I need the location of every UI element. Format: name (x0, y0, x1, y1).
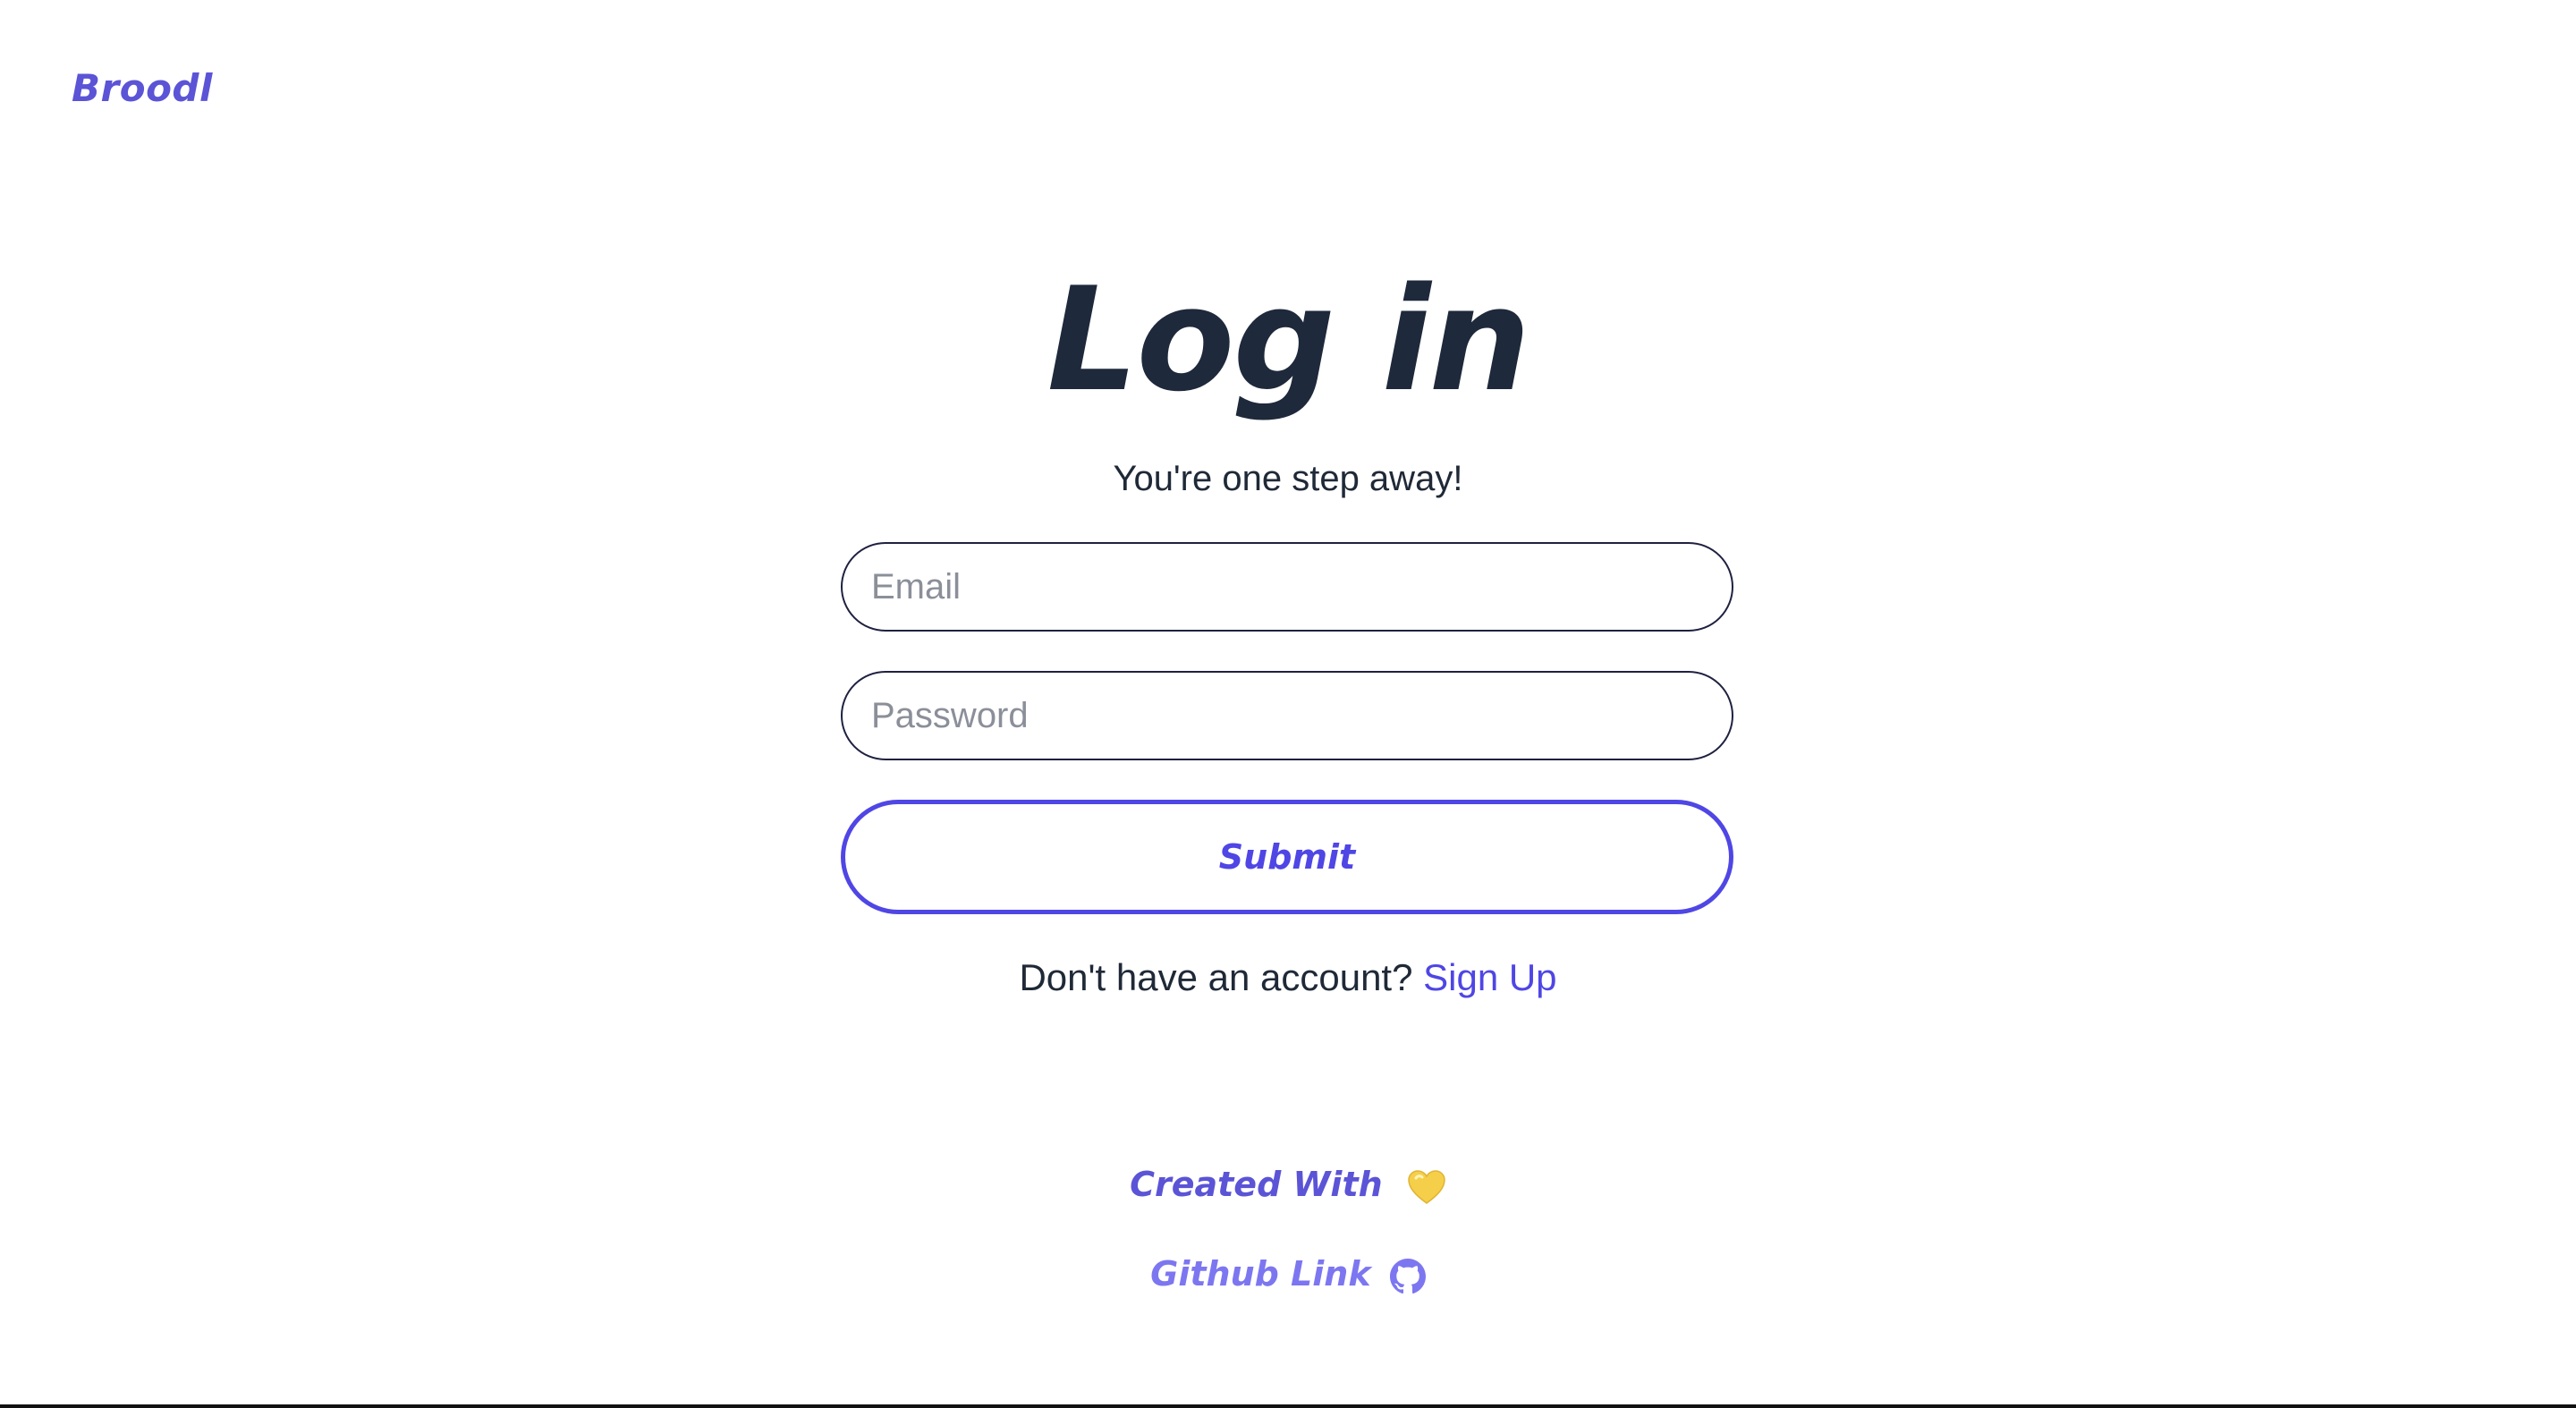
email-field[interactable] (841, 542, 1733, 632)
github-link[interactable]: Github Link (1150, 1254, 1426, 1293)
signup-prompt: Don't have an account? (1019, 956, 1413, 998)
signup-row: Don't have an account? Sign Up (0, 954, 2576, 1002)
bottom-divider (0, 1404, 2576, 1408)
page-subtitle: You're one step away! (1113, 459, 1463, 498)
yellow-heart-icon (1408, 1169, 1445, 1204)
submit-button[interactable]: Submit (841, 800, 1733, 914)
signup-link[interactable]: Sign Up (1423, 956, 1556, 998)
brand-logo[interactable]: Broodl (72, 66, 213, 110)
page-title: Log in (1046, 256, 1531, 423)
password-field[interactable] (841, 671, 1733, 760)
github-link-label: Github Link (1150, 1254, 1371, 1293)
credit-line: Created With (0, 1159, 2576, 1209)
github-row: Github Link (0, 1249, 2576, 1299)
credit-label: Created With (1130, 1165, 1383, 1204)
github-icon (1389, 1258, 1426, 1293)
